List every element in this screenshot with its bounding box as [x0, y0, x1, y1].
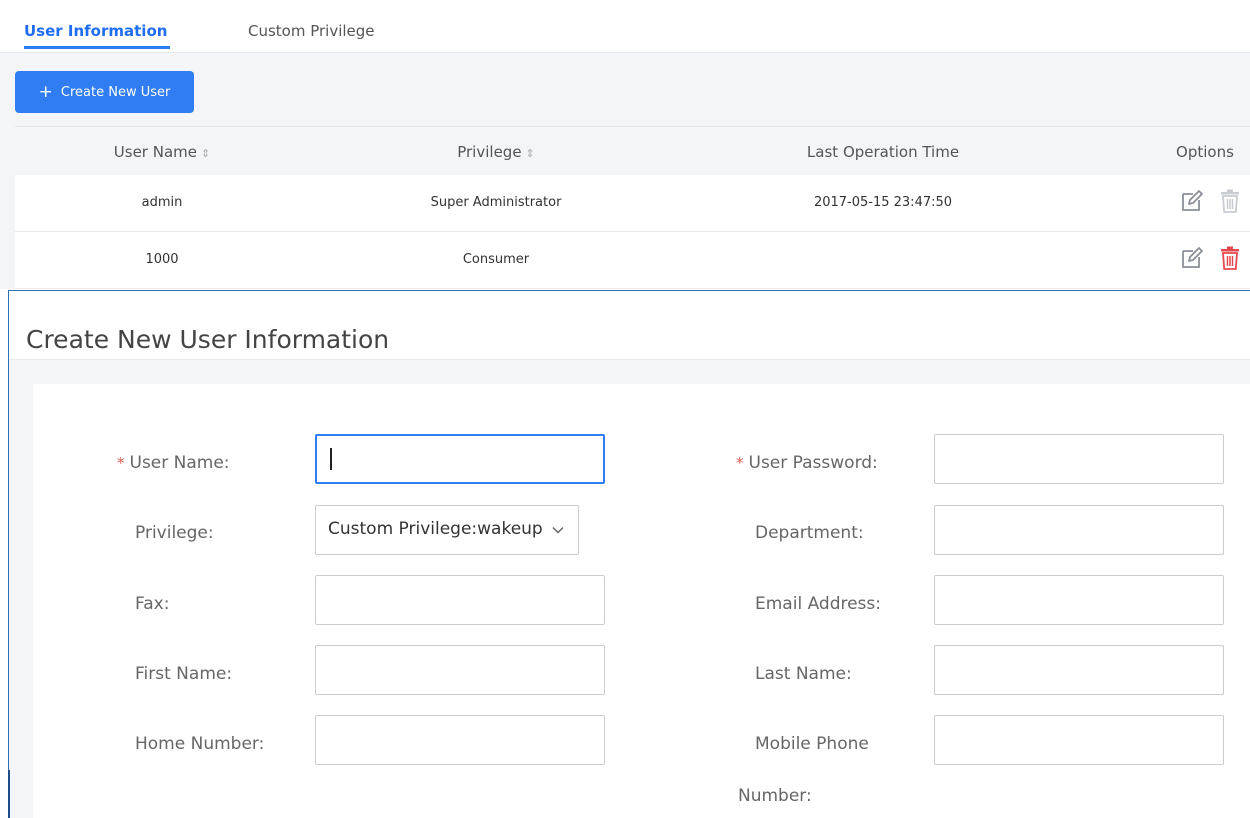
mobile-phone-number-input[interactable] — [934, 715, 1224, 765]
privilege-value: Custom Privilege:wakeup — [328, 519, 543, 539]
department-label: Department: — [755, 523, 864, 543]
sort-icon[interactable]: ⇕ — [526, 147, 535, 160]
fax-label: Fax: — [135, 594, 170, 614]
user-name-label: * User Name: — [117, 453, 230, 473]
column-header-last-operation-time: Last Operation Time — [806, 143, 960, 161]
last-name-input[interactable] — [934, 645, 1224, 695]
column-header-options: Options — [1176, 143, 1234, 161]
table-header: User Name ⇕ Privilege ⇕ Last Operation Tim… — [15, 126, 1250, 175]
tab-user-information[interactable]: User Information — [24, 22, 167, 40]
tab-custom-privilege[interactable]: Custom Privilege — [248, 22, 375, 40]
required-mark: * — [736, 454, 744, 472]
edit-icon[interactable] — [1180, 246, 1204, 270]
plus-icon: + — [38, 81, 53, 102]
cell-privilege: Super Administrator — [430, 195, 562, 210]
panel-border — [8, 770, 10, 818]
create-new-user-label: Create New User — [60, 84, 171, 100]
table-row: 1000 Consumer — [15, 232, 1250, 289]
tab-bar: User Information Custom Privilege — [0, 0, 1250, 53]
create-user-dialog-header: Create New User Information — [9, 291, 1250, 360]
last-name-label: Last Name: — [755, 664, 852, 684]
user-password-label: * User Password: — [736, 453, 878, 473]
active-tab-indicator — [24, 46, 170, 49]
delete-icon[interactable] — [1220, 246, 1240, 270]
column-header-privilege[interactable]: Privilege ⇕ — [457, 143, 535, 161]
table-row: admin Super Administrator 2017-05-15 23:… — [15, 175, 1250, 232]
user-name-input[interactable] — [315, 434, 605, 484]
chevron-down-icon — [552, 526, 564, 534]
required-mark: * — [117, 454, 125, 472]
users-table: User Name ⇕ Privilege ⇕ Last Operation Tim… — [15, 126, 1250, 289]
create-new-user-button[interactable]: + Create New User — [15, 71, 194, 113]
email-address-label: Email Address: — [755, 594, 881, 614]
user-list-area: + Create New User User Name ⇕ Privilege ⇕ … — [0, 53, 1250, 289]
user-password-input[interactable] — [934, 434, 1224, 484]
column-header-user-name[interactable]: User Name ⇕ — [114, 143, 210, 161]
sort-icon[interactable]: ⇕ — [201, 147, 210, 160]
home-number-input[interactable] — [315, 715, 605, 765]
first-name-label: First Name: — [135, 664, 233, 684]
text-caret — [330, 448, 332, 470]
cell-user-name: 1000 — [145, 252, 179, 267]
cell-user-name: admin — [141, 195, 183, 210]
email-address-input[interactable] — [934, 575, 1224, 625]
department-input[interactable] — [934, 505, 1224, 555]
dialog-title: Create New User Information — [26, 324, 390, 354]
home-number-label: Home Number: — [135, 734, 265, 754]
privilege-select[interactable]: Custom Privilege:wakeup — [315, 505, 579, 555]
cell-last-operation-time: 2017-05-15 23:47:50 — [813, 195, 953, 210]
edit-icon[interactable] — [1180, 189, 1204, 213]
create-user-form: * User Name: * User Password: Privilege: C… — [33, 384, 1250, 818]
mobile-phone-number-label: Mobile Phone — [755, 734, 869, 754]
delete-icon — [1221, 189, 1239, 213]
privilege-label: Privilege: — [135, 523, 214, 543]
first-name-input[interactable] — [315, 645, 605, 695]
cell-privilege: Consumer — [462, 252, 530, 267]
mobile-phone-number-label-cont: Number: — [738, 786, 812, 806]
fax-input[interactable] — [315, 575, 605, 625]
